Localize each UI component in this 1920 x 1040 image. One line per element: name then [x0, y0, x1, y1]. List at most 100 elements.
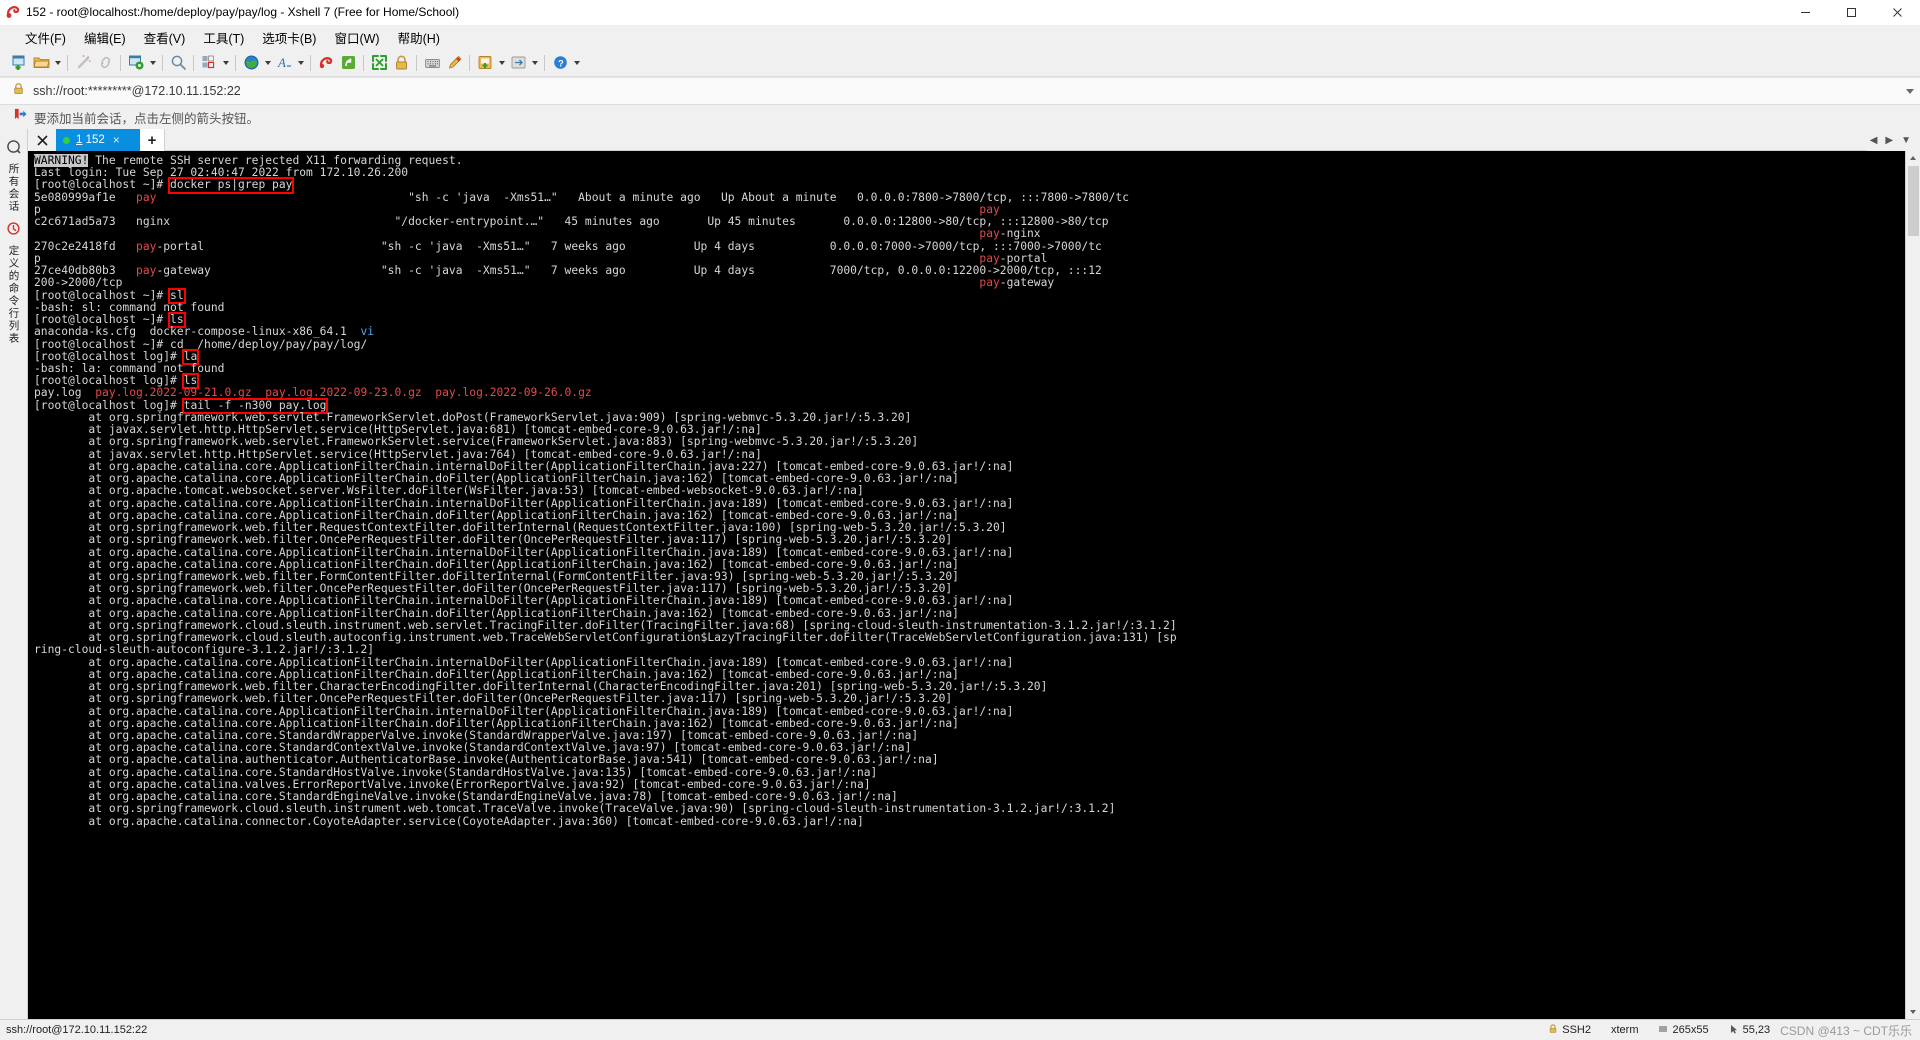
menu-window[interactable]: 窗口(W) [325, 25, 388, 50]
address-url[interactable]: ssh://root:*********@172.10.11.152:22 [33, 84, 241, 98]
find-icon[interactable] [167, 52, 189, 74]
sidebar-command-list-label[interactable]: 定义的命令行列表 [8, 245, 20, 345]
address-dropdown[interactable] [241, 88, 1920, 94]
keyboard-icon[interactable] [421, 52, 443, 74]
tab-close-icon[interactable]: × [113, 133, 120, 147]
terminal-output[interactable]: WARNING! The remote SSH server rejected … [28, 151, 1905, 1019]
scroll-down-icon[interactable] [1906, 1005, 1920, 1019]
cursor-icon [1729, 1024, 1739, 1037]
terminal-text: at org.apache.catalina.core.ApplicationF… [34, 716, 959, 730]
terminal-text: [root@localhost log]# [34, 398, 184, 412]
transfer-icon[interactable] [507, 52, 529, 74]
menu-help[interactable]: 帮助(H) [389, 25, 449, 50]
layout-dropdown-caret[interactable] [220, 52, 231, 74]
history-icon[interactable] [3, 217, 25, 239]
new-session-icon[interactable] [8, 52, 30, 74]
fullscreen-icon[interactable] [368, 52, 390, 74]
add-note-icon[interactable] [474, 52, 496, 74]
terminal-text: 270c2e2418fd [34, 239, 137, 253]
tab-nav-controls: ◀ ▶ ▼ [1866, 129, 1920, 151]
globe-icon[interactable] [240, 52, 262, 74]
lock-icon[interactable] [390, 52, 412, 74]
terminal-text: at javax.servlet.http.HttpServlet.servic… [34, 447, 762, 461]
close-button[interactable] [1874, 0, 1920, 24]
status-connection: ssh://root@172.10.11.152:22 [6, 1024, 148, 1036]
font-dropdown-caret[interactable] [295, 52, 306, 74]
terminal-text: at org.apache.catalina.core.StandardEngi… [34, 790, 898, 804]
xshell-window: 152 - root@localhost:/home/deploy/pay/pa… [0, 0, 1920, 1040]
terminal-text: 200->2000/tcp [34, 276, 980, 290]
help-icon[interactable]: ? [549, 52, 571, 74]
terminal-text: at org.apache.catalina.authenticator.Aut… [34, 753, 939, 767]
terminal-text: [root@localhost ~]# [34, 313, 171, 327]
terminal-text: at org.apache.catalina.core.ApplicationF… [34, 667, 959, 681]
terminal-pane: 1 152 × + ◀ ▶ ▼ WARNING! The remote SSH … [28, 129, 1920, 1019]
menu-file[interactable]: 文件(F) [16, 25, 75, 50]
terminal-text: at org.apache.tomcat.websocket.server.Ws… [34, 484, 864, 498]
open-folder-icon[interactable] [30, 52, 52, 74]
chevron-down-icon[interactable] [1906, 88, 1914, 94]
link-icon [94, 52, 116, 74]
toolbar-divider [310, 54, 311, 71]
scroll-up-icon[interactable] [1906, 151, 1920, 165]
terminal-text: -bash: sl: command not found [34, 300, 225, 314]
terminal-area: WARNING! The remote SSH server rejected … [28, 151, 1920, 1019]
menu-edit[interactable]: 编辑(E) [75, 25, 135, 50]
terminal-text: -nginx [999, 227, 1041, 241]
session-properties-icon[interactable] [125, 52, 147, 74]
highlight-icon[interactable] [443, 52, 465, 74]
maximize-button[interactable] [1828, 0, 1874, 24]
lock-icon [1548, 1023, 1558, 1037]
layout-icon[interactable] [198, 52, 220, 74]
sidebar-title[interactable]: 所有会话 [8, 163, 20, 213]
session-manager-icon[interactable] [3, 135, 25, 157]
left-sidebar: 所有会话 定义的命令行列表 [0, 129, 28, 1019]
terminal-text-red: pay [136, 264, 157, 278]
terminal-text: at org.springframework.cloud.sleuth.auto… [34, 631, 1177, 645]
terminal-text: at org.springframework.web.filter.Charac… [34, 680, 1048, 694]
toolbar-divider [544, 54, 545, 71]
log-icon[interactable] [315, 52, 337, 74]
properties-dropdown-caret[interactable] [147, 52, 158, 74]
address-bar[interactable]: ssh://root:*********@172.10.11.152:22 [0, 77, 1920, 105]
window-title: 152 - root@localhost:/home/deploy/pay/pa… [26, 5, 460, 19]
close-all-tabs-icon[interactable] [28, 129, 56, 151]
help-dropdown-caret[interactable] [571, 52, 582, 74]
terminal-scrollbar[interactable] [1905, 151, 1920, 1019]
terminal-text-red: pay [979, 276, 1000, 290]
globe-dropdown-caret[interactable] [262, 52, 273, 74]
tab-strip: 1 152 × + ◀ ▶ ▼ [28, 129, 1920, 151]
note-dropdown-caret[interactable] [496, 52, 507, 74]
tab-nav-menu[interactable]: ▼ [1898, 135, 1914, 146]
resize-icon [1658, 1024, 1668, 1037]
tab-nav-right[interactable]: ▶ [1882, 135, 1896, 146]
tab-status-dot-icon [63, 136, 70, 144]
terminal-text: -gateway "sh -c 'java -Xms51…" 7 weeks a… [156, 264, 1102, 278]
status-cursor: 55,23 [1719, 1024, 1781, 1037]
terminal-text: 5e080999af1e [34, 190, 137, 204]
menu-view[interactable]: 查看(V) [135, 25, 195, 50]
minimize-button[interactable] [1782, 0, 1828, 24]
lock-icon [12, 82, 25, 100]
font-icon[interactable]: A [273, 52, 295, 74]
menu-tools[interactable]: 工具(T) [194, 25, 253, 50]
terminal-line: -bash: sl: command not found [34, 300, 1905, 314]
terminal-text: at org.springframework.cloud.sleuth.inst… [34, 618, 1177, 632]
terminal-text: anaconda-ks.cfg docker-compose-linux-x86… [34, 325, 361, 339]
menu-tabs[interactable]: 选项卡(B) [253, 25, 325, 50]
transfer-dropdown-caret[interactable] [529, 52, 540, 74]
new-tab-button[interactable]: + [140, 129, 165, 151]
scrollbar-thumb[interactable] [1907, 166, 1919, 236]
folder-dropdown-caret[interactable] [52, 52, 63, 74]
toolbar: A ? [0, 49, 1920, 77]
toolbar-divider [162, 54, 163, 71]
terminal-text-blue: vi [360, 325, 375, 339]
tab-nav-left[interactable]: ◀ [1867, 135, 1881, 146]
tab-152[interactable]: 1 152 × [56, 129, 140, 151]
title-bar: 152 - root@localhost:/home/deploy/pay/pa… [0, 0, 1920, 25]
status-terminal-type: xterm [1610, 1024, 1639, 1036]
compose-icon[interactable] [337, 52, 359, 74]
terminal-text: at org.springframework.web.filter.OncePe… [34, 582, 953, 596]
svg-text:?: ? [558, 59, 564, 70]
